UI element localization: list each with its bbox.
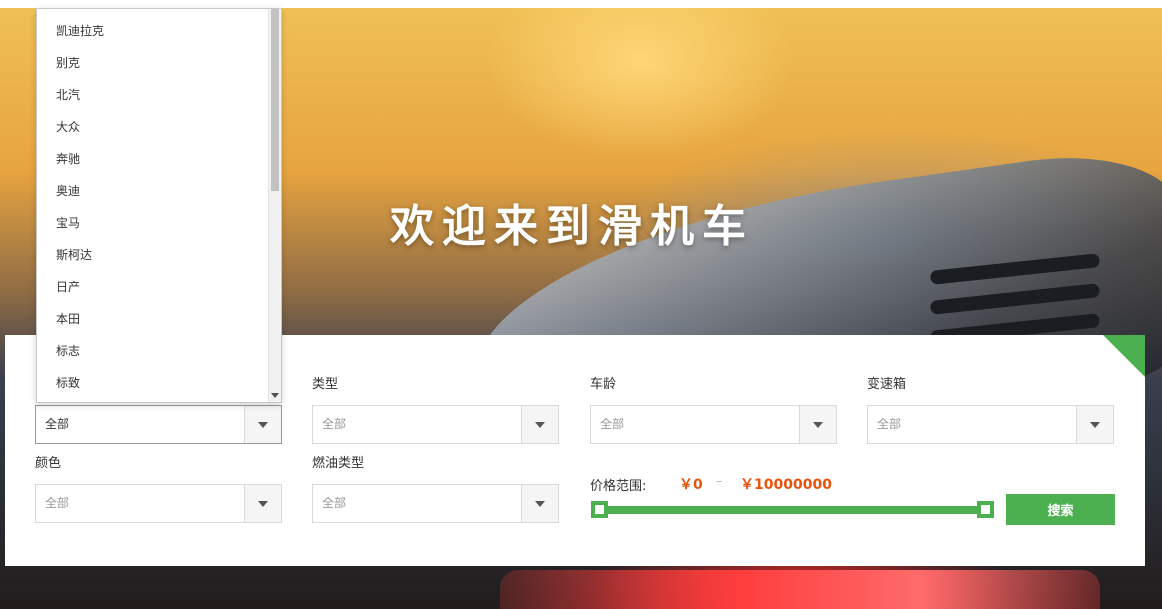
price-min-value: ￥0 <box>679 477 703 493</box>
transmission-select[interactable]: 全部 <box>867 405 1114 444</box>
chevron-down-icon[interactable] <box>799 406 836 443</box>
price-slider-track[interactable] <box>592 506 993 514</box>
dropdown-option[interactable]: 奔驰 <box>37 143 269 175</box>
chevron-down-icon[interactable] <box>521 485 558 522</box>
brand-select[interactable]: 全部 <box>35 405 282 444</box>
search-button[interactable]: 搜索 <box>1006 494 1115 525</box>
dropdown-option[interactable]: 大众 <box>37 111 269 143</box>
brand-dropdown-list: 凯迪拉克 别克 北汽 大众 奔驰 奥迪 宝马 斯柯达 日产 本田 标志 标致 <box>36 8 282 403</box>
brand-options: 凯迪拉克 别克 北汽 大众 奔驰 奥迪 宝马 斯柯达 日产 本田 标志 标致 <box>37 15 269 399</box>
price-separator: – <box>716 474 723 489</box>
price-range-label: 价格范围: <box>590 479 647 494</box>
age-label: 车龄 <box>590 377 617 392</box>
age-filter: 车龄 全部 <box>590 375 837 444</box>
corner-ribbon <box>1103 335 1145 377</box>
price-slider-min-handle[interactable] <box>591 501 608 518</box>
fuel-label: 燃油类型 <box>312 456 365 471</box>
dropdown-option[interactable]: 斯柯达 <box>37 239 269 271</box>
type-filter: 类型 全部 <box>312 375 559 444</box>
dropdown-option[interactable]: 宝马 <box>37 207 269 239</box>
dropdown-option[interactable]: 本田 <box>37 303 269 335</box>
chevron-down-icon[interactable] <box>1076 406 1113 443</box>
color-select[interactable]: 全部 <box>35 484 282 523</box>
transmission-select-value: 全部 <box>877 417 902 431</box>
color-select-value: 全部 <box>45 496 70 510</box>
dropdown-option[interactable]: 标致 <box>37 367 269 399</box>
type-select[interactable]: 全部 <box>312 405 559 444</box>
dropdown-option[interactable]: 凯迪拉克 <box>37 15 269 47</box>
chevron-down-icon[interactable] <box>244 485 281 522</box>
type-select-value: 全部 <box>322 417 347 431</box>
hero-title: 欢迎来到滑机车 <box>390 201 754 252</box>
dropdown-scrollbar[interactable] <box>268 9 281 402</box>
transmission-filter: 变速箱 全部 <box>867 375 1114 444</box>
scroll-down-arrow-icon[interactable] <box>271 393 279 398</box>
dropdown-option[interactable]: 标志 <box>37 335 269 367</box>
brand-select-value: 全部 <box>45 417 70 431</box>
scrollbar-thumb[interactable] <box>271 9 279 191</box>
color-label: 颜色 <box>35 456 62 471</box>
type-label: 类型 <box>312 377 339 392</box>
price-slider-max-handle[interactable] <box>977 501 994 518</box>
transmission-label: 变速箱 <box>867 377 907 392</box>
dropdown-option[interactable]: 别克 <box>37 47 269 79</box>
age-select-value: 全部 <box>600 417 625 431</box>
chevron-down-icon[interactable] <box>521 406 558 443</box>
color-filter: 颜色 全部 <box>35 454 282 523</box>
age-select[interactable]: 全部 <box>590 405 837 444</box>
car-taillight <box>500 570 1100 609</box>
dropdown-option[interactable]: 北汽 <box>37 79 269 111</box>
chevron-down-icon[interactable] <box>244 406 281 443</box>
fuel-select[interactable]: 全部 <box>312 484 559 523</box>
fuel-select-value: 全部 <box>322 496 347 510</box>
top-strip <box>0 0 1162 8</box>
fuel-filter: 燃油类型 全部 <box>312 454 559 523</box>
price-max-value: ￥10000000 <box>740 477 832 493</box>
dropdown-option[interactable]: 日产 <box>37 271 269 303</box>
dropdown-option[interactable]: 奥迪 <box>37 175 269 207</box>
